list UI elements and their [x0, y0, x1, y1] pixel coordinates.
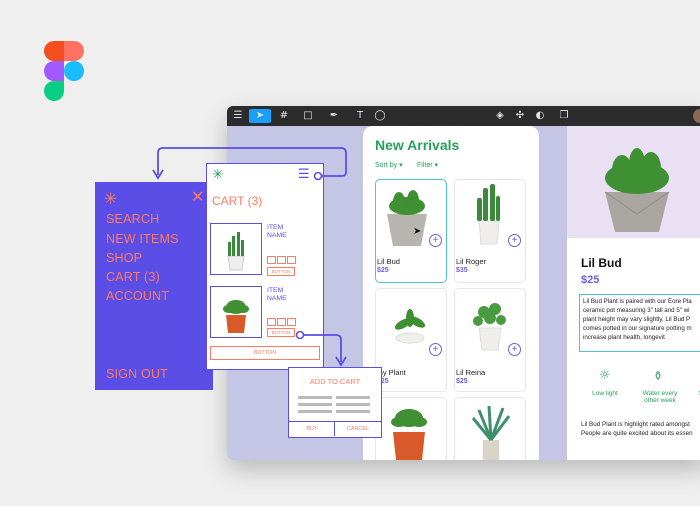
- prototype-connections: [152, 147, 347, 367]
